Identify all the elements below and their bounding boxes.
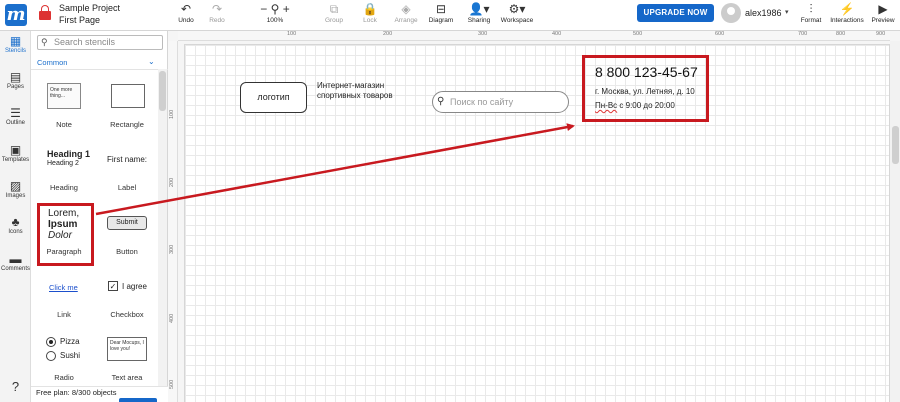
arrow-line xyxy=(95,123,575,216)
annotation-arrow xyxy=(95,123,575,216)
app-window: m Sample Project First Page ↶ Undo ↷ Red… xyxy=(0,0,900,402)
